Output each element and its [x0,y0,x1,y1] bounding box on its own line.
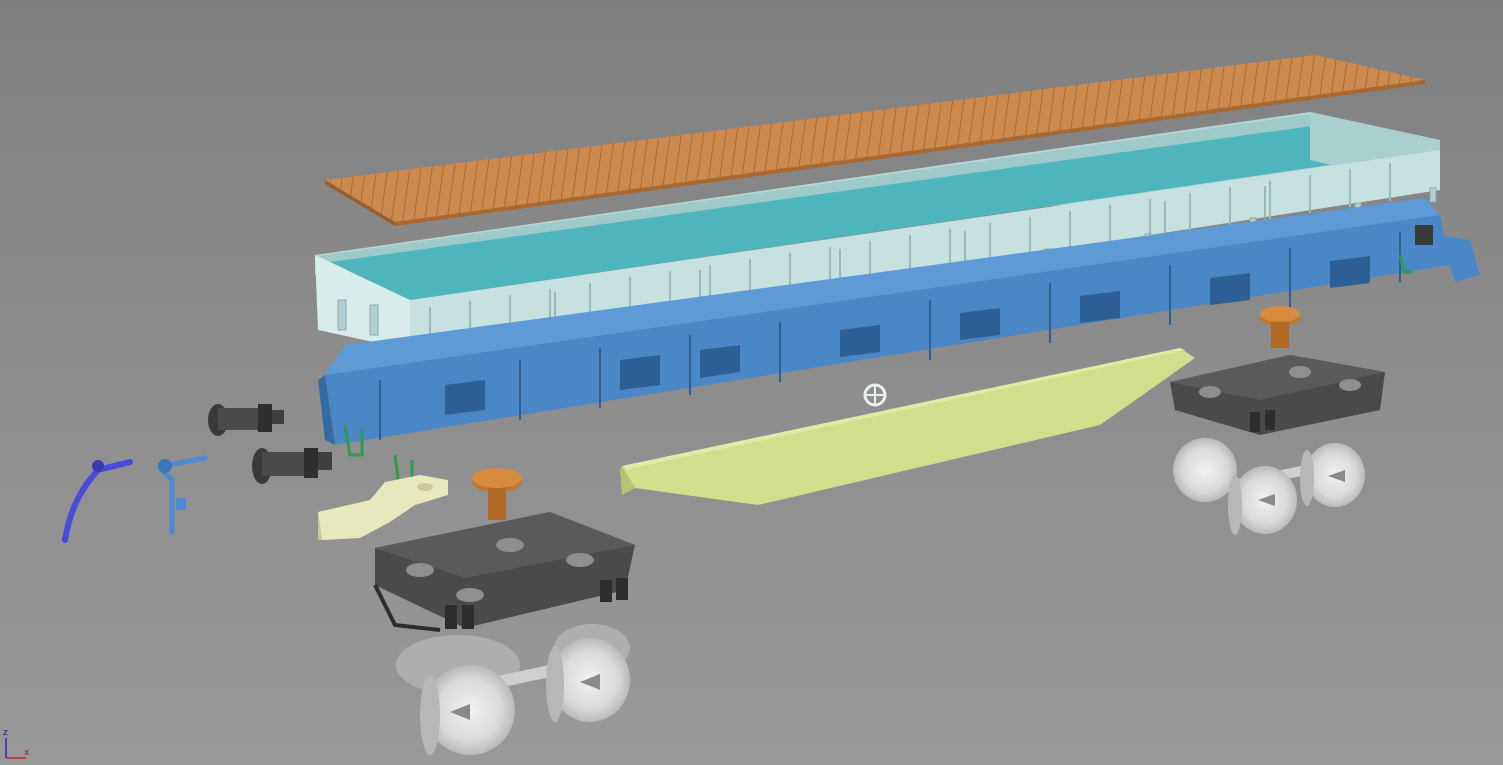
wheelset-rear[interactable] [1173,438,1365,535]
hand-brake-wheel[interactable] [863,383,887,407]
axis-gizmo [5,738,26,759]
exploded-wagon-scene[interactable] [0,0,1503,765]
bolster-rear[interactable] [1260,306,1300,348]
coupler[interactable] [318,475,448,540]
bogie-rear[interactable] [1170,355,1385,435]
wheelset-front[interactable] [396,624,630,755]
brake-hoses[interactable] [62,455,208,543]
axis-label-x: x [24,748,30,758]
3d-viewport[interactable]: z x [0,0,1503,765]
bogie-front[interactable] [373,512,635,632]
buffers[interactable] [208,404,332,484]
axis-label-z: z [3,728,8,738]
bolster-front[interactable] [472,468,522,520]
